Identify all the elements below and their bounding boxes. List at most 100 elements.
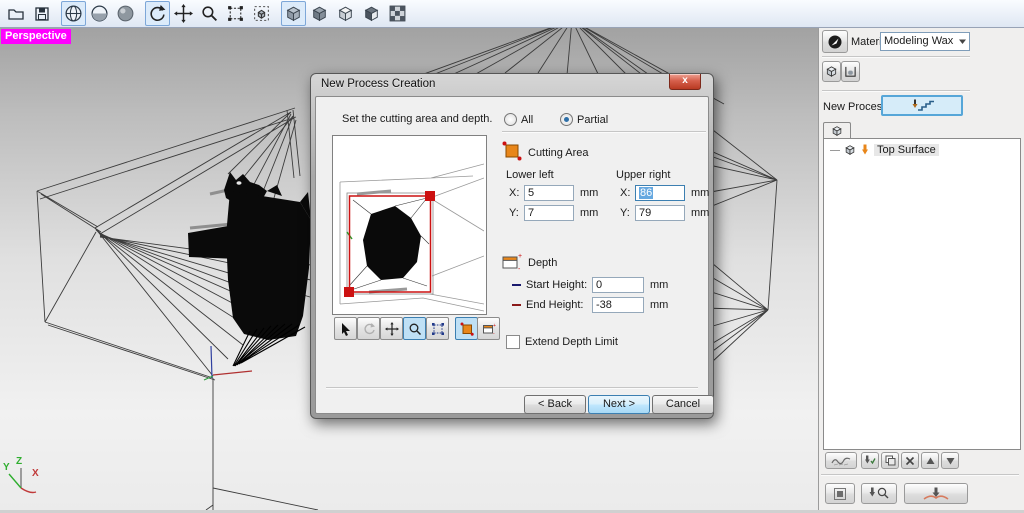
- dialog-instruction: Set the cutting area and depth.: [342, 113, 493, 125]
- save-button[interactable]: [29, 1, 54, 26]
- cut-button[interactable]: [904, 483, 968, 504]
- back-button[interactable]: < Back: [524, 395, 586, 414]
- magnifier-icon: [202, 6, 218, 22]
- pan-view-button[interactable]: [171, 1, 196, 26]
- depth-label: Depth: [528, 257, 558, 269]
- cube-icon: [832, 126, 842, 136]
- start-height-input[interactable]: 0: [592, 277, 644, 293]
- rotate-icon: [150, 5, 166, 21]
- extend-depth-label: Extend Depth Limit: [525, 336, 618, 348]
- next-button[interactable]: Next >: [588, 395, 650, 414]
- preview-cutting-area-button[interactable]: [455, 317, 478, 340]
- new-process-dialog: New Process Creation x Set the cutting a…: [310, 73, 714, 419]
- cube-icon: [826, 66, 837, 77]
- duplicate-button[interactable]: [881, 452, 899, 469]
- upper-right-y-input[interactable]: 79: [635, 205, 685, 221]
- end-height-dash: [512, 304, 521, 306]
- process-panel: Material Modeling Wax New Process Top Su…: [818, 28, 1024, 510]
- checker-pattern-icon: [389, 5, 406, 22]
- x-label: X:: [509, 187, 520, 199]
- preview-select-button[interactable]: [334, 317, 357, 340]
- cancel-button[interactable]: Cancel: [652, 395, 714, 414]
- view-cube-light-button[interactable]: [333, 1, 358, 26]
- end-height-input[interactable]: -38: [592, 297, 644, 313]
- hidden-line-view-button[interactable]: [87, 1, 112, 26]
- preview-depth-button[interactable]: + -: [477, 317, 500, 340]
- open-file-button[interactable]: [3, 1, 28, 26]
- zoom-extents-button[interactable]: [223, 1, 248, 26]
- checkbox-box: [506, 335, 520, 349]
- unit-label: mm: [691, 187, 710, 199]
- radio-partial-circle: [560, 113, 573, 126]
- process-tab[interactable]: [823, 122, 851, 139]
- view-cube-dark-button[interactable]: [359, 1, 384, 26]
- lower-left-handle[interactable]: [344, 287, 354, 297]
- upper-right-x-input[interactable]: 86: [635, 185, 685, 201]
- y-label: Y:: [509, 207, 519, 219]
- tool-settings-button[interactable]: [861, 452, 879, 469]
- close-button[interactable]: x: [669, 74, 701, 90]
- preview-fit-button[interactable]: [426, 317, 449, 340]
- lower-left-y-value: 7: [528, 207, 535, 219]
- object-in-box-icon: [845, 66, 856, 77]
- radio-all[interactable]: All: [504, 113, 533, 126]
- tree-branch-line: [830, 149, 840, 151]
- lower-left-y-input[interactable]: 7: [524, 205, 574, 221]
- upper-right-handle[interactable]: [425, 191, 435, 201]
- rotate-3d-icon: [363, 322, 375, 334]
- preview-zoom-button[interactable]: [403, 317, 426, 340]
- cube-shaded-icon: [286, 6, 301, 22]
- copy-icon: [885, 455, 895, 466]
- svg-text:-: -: [493, 331, 495, 336]
- preview-rotate-button[interactable]: [357, 317, 380, 340]
- tool-magnifier-icon: [869, 487, 889, 499]
- new-process-button[interactable]: [881, 95, 963, 116]
- axis-indicator: Z Y X: [3, 456, 39, 494]
- orientation-button[interactable]: [822, 30, 848, 53]
- rotate-view-button[interactable]: [145, 1, 170, 26]
- radio-partial[interactable]: Partial: [560, 113, 608, 126]
- move-up-button[interactable]: [921, 452, 939, 469]
- tree-item-top-surface[interactable]: Top Surface: [830, 144, 939, 156]
- rotate-object-button[interactable]: [249, 1, 274, 26]
- cutting-area-label: Cutting Area: [528, 147, 589, 159]
- model-button[interactable]: [822, 61, 841, 82]
- depth-icon: +-: [482, 323, 496, 336]
- chevron-down-icon: [959, 39, 966, 44]
- preview-pan-button[interactable]: [380, 317, 403, 340]
- tree-item-label: Top Surface: [874, 144, 939, 156]
- tool-inspect-button[interactable]: [861, 483, 897, 504]
- move-down-button[interactable]: [941, 452, 959, 469]
- radio-partial-label: Partial: [577, 113, 609, 126]
- wireframe-view-button[interactable]: [61, 1, 86, 26]
- extend-depth-checkbox[interactable]: Extend Depth Limit: [506, 335, 618, 349]
- shaded-view-button[interactable]: [113, 1, 138, 26]
- pattern-view-button[interactable]: [385, 1, 410, 26]
- new-process-label: New Process: [823, 101, 888, 113]
- main-toolbar: [0, 0, 1024, 28]
- preview-button[interactable]: [825, 483, 855, 504]
- arrow-up-icon: [926, 457, 934, 464]
- fit-rectangle-icon: [431, 322, 444, 335]
- save-icon: [34, 6, 49, 21]
- process-tree: Top Surface: [823, 138, 1021, 450]
- fit-rectangle-icon: [228, 6, 243, 21]
- shaded-sphere-icon: [117, 5, 134, 22]
- lower-left-x-input[interactable]: 5: [524, 185, 574, 201]
- viewport-label: Perspective: [1, 29, 71, 44]
- tool-check-icon: [865, 455, 876, 465]
- lower-left-x-value: 5: [528, 187, 535, 199]
- delete-button[interactable]: [901, 452, 919, 469]
- material-dropdown[interactable]: Modeling Wax: [880, 32, 970, 51]
- zoom-view-button[interactable]: [197, 1, 222, 26]
- view-cube-gray-button[interactable]: [307, 1, 332, 26]
- preview-top-view: [339, 163, 485, 312]
- cutting-area-preview[interactable]: [332, 135, 487, 315]
- toolpath-button[interactable]: [825, 452, 857, 469]
- end-height-value: -38: [596, 299, 612, 311]
- unit-label: mm: [580, 187, 599, 199]
- x-label: X:: [620, 187, 631, 199]
- view-cube-shaded-button[interactable]: [281, 1, 306, 26]
- upper-right-label: Upper right: [616, 169, 671, 181]
- stock-button[interactable]: [841, 61, 860, 82]
